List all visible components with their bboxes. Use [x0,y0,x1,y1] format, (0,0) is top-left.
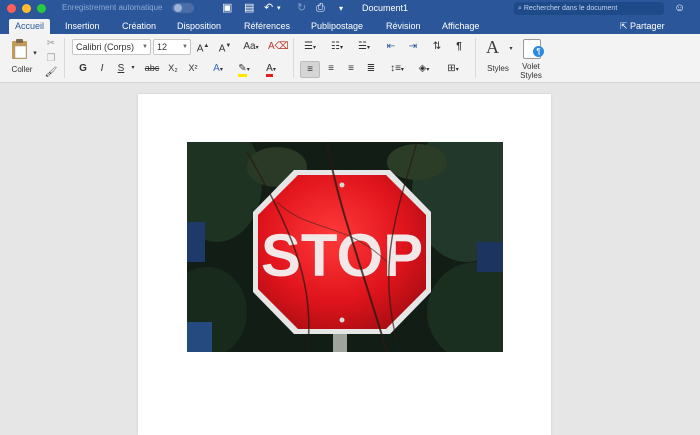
document-title: Document1 [362,3,409,13]
subscript-button[interactable]: X₂ [166,61,180,76]
styles-icon: A [486,37,499,57]
bold-button[interactable]: G [76,61,90,76]
italic-button[interactable]: I [95,61,109,76]
underline-dropdown-icon[interactable]: ▾ [129,61,137,76]
underline-button[interactable]: S [114,61,128,76]
paste-dropdown-icon[interactable]: ▾ [31,46,39,61]
shrink-font-button[interactable]: A▼ [216,39,234,54]
grow-font-button[interactable]: A▲ [194,39,212,54]
font-color-icon[interactable]: A▾ [260,61,282,77]
tab-references[interactable]: Références [244,19,290,34]
undo-dropdown-icon[interactable]: ▾ [277,2,281,15]
close-window-button[interactable] [7,4,16,13]
undo-icon[interactable]: ↶ [264,2,273,15]
search-placeholder: Rechercher dans le document [523,5,618,12]
customize-toolbar-icon[interactable]: ▾ [339,2,343,15]
tab-affichage[interactable]: Affichage [442,19,479,34]
styles-pane-button[interactable]: ¶ Volet Styles [518,37,544,81]
align-center-icon[interactable]: ≡ [322,61,340,76]
numbering-icon[interactable]: ☷▾ [327,39,347,54]
line-spacing-icon[interactable]: ↕≡▾ [386,61,408,76]
redo-icon[interactable]: ↻ [297,2,306,15]
styles-pane-icon: ¶ [523,39,544,59]
print-icon[interactable]: ⎙ [316,2,325,15]
align-left-icon[interactable]: ≡ [300,61,320,78]
ribbon-tabs: Accueil Insertion Création Disposition R… [0,17,700,34]
font-name-select[interactable]: Calibri (Corps) ▼ [72,39,151,55]
clear-formatting-icon[interactable]: A⌫ [268,39,289,54]
sidebar-icon[interactable]: ▣ [222,2,232,15]
shading-icon[interactable]: ◈▾ [413,61,435,76]
styles-pane-label-line2: Styles [520,71,542,80]
chevron-down-icon: ▼ [182,44,188,50]
divider [64,38,65,78]
justify-icon[interactable]: ≣ [362,61,380,76]
tab-revision[interactable]: Révision [386,19,421,34]
copy-icon[interactable]: ❐ [44,51,58,66]
stop-sign-text: STOP [261,222,423,289]
feedback-smiley-icon[interactable]: ☺ [674,2,685,14]
decrease-indent-icon[interactable]: ⇤ [382,39,400,54]
minimize-window-button[interactable] [22,4,31,13]
strikethrough-button[interactable]: abc [142,61,162,76]
autosave-label: Enregistrement automatique [62,3,163,12]
search-input[interactable]: ⌕ Rechercher dans le document [514,2,664,15]
divider [293,38,294,78]
superscript-button[interactable]: X² [186,61,200,76]
ribbon-home: Coller ▾ ✂ ❐ 🖌 Calibri (Corps) ▼ 12 ▼ A▲… [0,34,700,83]
multilevel-list-icon[interactable]: ☱▾ [354,39,374,54]
show-formatting-icon[interactable]: ¶ [451,39,467,54]
title-bar: Enregistrement automatique ▣ ▤ ↶ ▾ ↻ ⎙ ▾… [0,0,700,17]
share-button[interactable]: ⇱ Partager [620,19,665,34]
paste-label: Coller [11,65,33,74]
format-painter-icon[interactable]: 🖌 [44,65,58,80]
styles-label: Styles [487,64,509,73]
zoom-window-button[interactable] [37,4,46,13]
increase-indent-icon[interactable]: ⇥ [404,39,422,54]
tab-accueil[interactable]: Accueil [9,19,51,34]
share-label: Partager [630,21,665,31]
divider [475,38,476,78]
save-icon[interactable]: ▤ [244,2,254,15]
styles-dropdown-icon[interactable]: ▾ [507,42,515,57]
clipboard-icon [12,39,27,59]
align-right-icon[interactable]: ≡ [342,61,360,76]
stop-sign-photo-graphic: STOP [187,142,503,352]
highlight-icon[interactable]: ✎▾ [233,61,255,77]
text-effects-icon[interactable]: A▾ [207,61,229,76]
sort-icon[interactable]: ⇅ [428,39,446,54]
styles-pane-label-line1: Volet [522,62,540,71]
cut-icon[interactable]: ✂ [44,36,58,51]
chevron-down-icon: ▼ [142,44,148,50]
tab-creation[interactable]: Création [122,19,156,34]
stop-sign-image[interactable]: STOP [187,142,503,352]
tab-disposition[interactable]: Disposition [177,19,221,34]
share-icon: ⇱ [620,21,631,31]
font-size-value: 12 [157,42,168,52]
change-case-button[interactable]: Aa▾ [240,39,262,54]
autosave-toggle[interactable] [172,3,194,13]
font-name-value: Calibri (Corps) [76,42,135,52]
tab-publipostage[interactable]: Publipostage [311,19,363,34]
bullets-icon[interactable]: ☰▾ [300,39,320,54]
font-size-select[interactable]: 12 ▼ [153,39,191,55]
borders-icon[interactable]: ⊞▾ [440,61,466,76]
tab-insertion[interactable]: Insertion [65,19,100,34]
